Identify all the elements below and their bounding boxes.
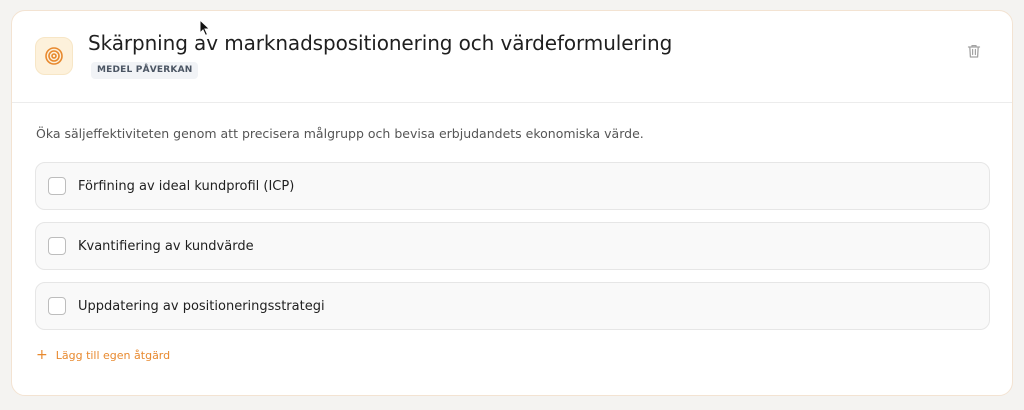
card-header: Skärpning av marknadspositionering och v… — [12, 11, 1012, 103]
action-item[interactable]: Förfining av ideal kundprofil (ICP) — [35, 162, 990, 210]
delete-button[interactable] — [963, 40, 985, 62]
card-description: Öka säljeffektiviteten genom att precise… — [36, 126, 644, 141]
action-item[interactable]: Uppdatering av positioneringsstrategi — [35, 282, 990, 330]
plus-icon: + — [36, 347, 48, 363]
action-item[interactable]: Kvantifiering av kundvärde — [35, 222, 990, 270]
action-list: Förfining av ideal kundprofil (ICP) Kvan… — [35, 162, 990, 342]
add-action-label: Lägg till egen åtgärd — [55, 349, 171, 362]
goal-card: Skärpning av marknadspositionering och v… — [11, 10, 1013, 396]
action-label: Kvantifiering av kundvärde — [78, 238, 254, 254]
action-checkbox[interactable] — [48, 177, 66, 195]
mouse-cursor-icon — [199, 19, 211, 37]
action-label: Förfining av ideal kundprofil (ICP) — [78, 178, 295, 194]
action-label: Uppdatering av positioneringsstrategi — [78, 298, 325, 314]
target-icon — [35, 37, 73, 75]
card-title: Skärpning av marknadspositionering och v… — [88, 31, 673, 55]
trash-icon — [967, 44, 981, 58]
impact-badge: MEDEL PÅVERKAN — [91, 62, 199, 79]
add-custom-action-button[interactable]: + Lägg till egen åtgärd — [36, 347, 171, 363]
action-checkbox[interactable] — [48, 237, 66, 255]
action-checkbox[interactable] — [48, 297, 66, 315]
